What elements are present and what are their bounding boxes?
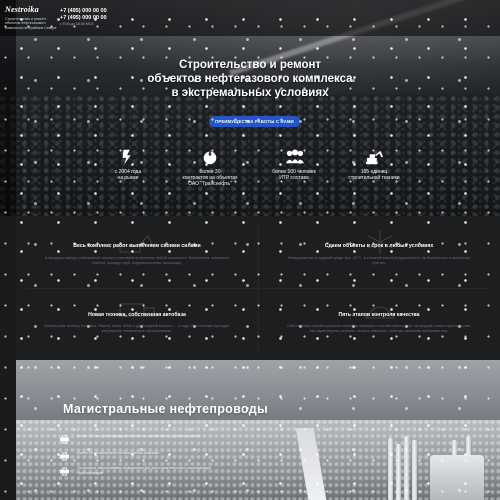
gas-drop-icon (201, 148, 219, 166)
top-header-bar: Nestroikа Строительство и ремонт объекто… (0, 0, 500, 36)
snowflake-ghost-icon (367, 230, 393, 254)
stat-staff: более 100 человек ИТР состава (262, 148, 326, 181)
feature-on-time-desc: Незадолженно в трудной среде при -40°С, … (287, 256, 471, 265)
phone-2[interactable]: +7 (495) 000 00 00 (60, 15, 107, 22)
feature-own-resources: Весь комплекс работ выполняем своими сил… (16, 216, 258, 288)
hero-title-line-1: Строительство и ремонт (178, 59, 322, 71)
team-icon (285, 148, 304, 166)
pipe-stack (412, 440, 417, 500)
stat-contracts: более 30 контрактов на объектах ОАО "Транс… (178, 148, 242, 187)
feature-quality-control: Пять этапов контроля качества Собственна… (258, 288, 500, 360)
advantages-button[interactable]: ПРЕИМУЩЕСТВА РАБОТЫ С НАМИ (209, 116, 300, 127)
calendar-icon (119, 148, 137, 166)
pipe-icon (60, 467, 69, 476)
features-section: Весь комплекс работ выполняем своими сил… (16, 216, 500, 360)
feature-new-equipment: Новая техника, собственная автобаза Испо… (16, 288, 258, 360)
hero-stats: с 2004 года на рынке более 30 контрактов н… (96, 148, 416, 194)
stat-staff-label: ИТР состава (279, 175, 309, 181)
hero-title-line-2: объектов нефтегазового комплекса (147, 73, 353, 85)
snowy-forest-image (16, 420, 500, 500)
pipeline-item-2-text: Более 50 км построено на болотистых учас… (77, 451, 159, 455)
pump-station-roof (430, 455, 484, 500)
excavator-icon (365, 148, 384, 166)
pipeline-item-3-text: Полностью обеспечиваем инфраструктуру дл… (77, 466, 211, 475)
work-hours: с 9:00 до 18:00 МСК (60, 22, 94, 26)
feature-on-time-title: Сдаем объекты в срок в любых условиях (324, 243, 434, 249)
page: Nestroikа Строительство и ремонт объекто… (0, 0, 500, 500)
pipeline-title: Магистральные нефтепроводы (63, 402, 268, 416)
stat-machinery: 165 единиц строительной техники (342, 148, 406, 181)
logo-tagline: Строительство и ремонт объектов нефтегаз… (5, 17, 57, 30)
stat-contracts-client: ОАО "Транснефть" (188, 181, 232, 187)
feature-new-equipment-title: Новая техника, собственная автобаза (88, 312, 186, 318)
feature-own-resources-desc: Благодаря набору собственной техники уча… (45, 256, 229, 265)
feature-new-equipment-desc: Используем технику Komatsu, Hitachi, Vol… (44, 324, 230, 333)
hero-section: Nestroikа Строительство и ремонт объекто… (0, 0, 500, 216)
feature-quality-control-title: Пять этапов контроля качества (338, 312, 420, 318)
feature-own-resources-title: Весь комплекс работ выполняем своими сил… (73, 243, 201, 249)
hero-title-line-3: в экстремальных условиях (171, 87, 329, 99)
pipe-stack (396, 444, 401, 500)
stat-since: с 2004 года на рынке (96, 148, 160, 181)
pipeline-section (16, 360, 500, 500)
hero-title: Строительство и ремонт объектов нефтегаз… (100, 58, 400, 100)
pipe-stack (404, 436, 409, 500)
feature-quality-control-desc: Собственная служба контроля качества про… (287, 324, 471, 333)
pipe-stack (388, 438, 393, 500)
pipeline-item-1-text: Более 300 км трубопроводов построено и к… (77, 434, 201, 438)
feature-on-time: Сдаем объекты в срок в любых условиях Не… (258, 216, 500, 288)
header-contacts: +7 (495) 000 00 00 +7 (495) 000 00 00 с … (60, 8, 107, 27)
stat-since-label: на рынке (117, 175, 139, 181)
helmet-ghost-icon (365, 306, 395, 319)
pipe-icon (60, 452, 69, 461)
stat-machinery-label: строительной техники (348, 175, 400, 181)
site-logo[interactable]: Nestroikа (5, 5, 53, 15)
truck-ghost-icon (119, 303, 155, 317)
phone-1[interactable]: +7 (495) 000 00 00 (60, 8, 107, 15)
pipe-icon (60, 435, 69, 444)
